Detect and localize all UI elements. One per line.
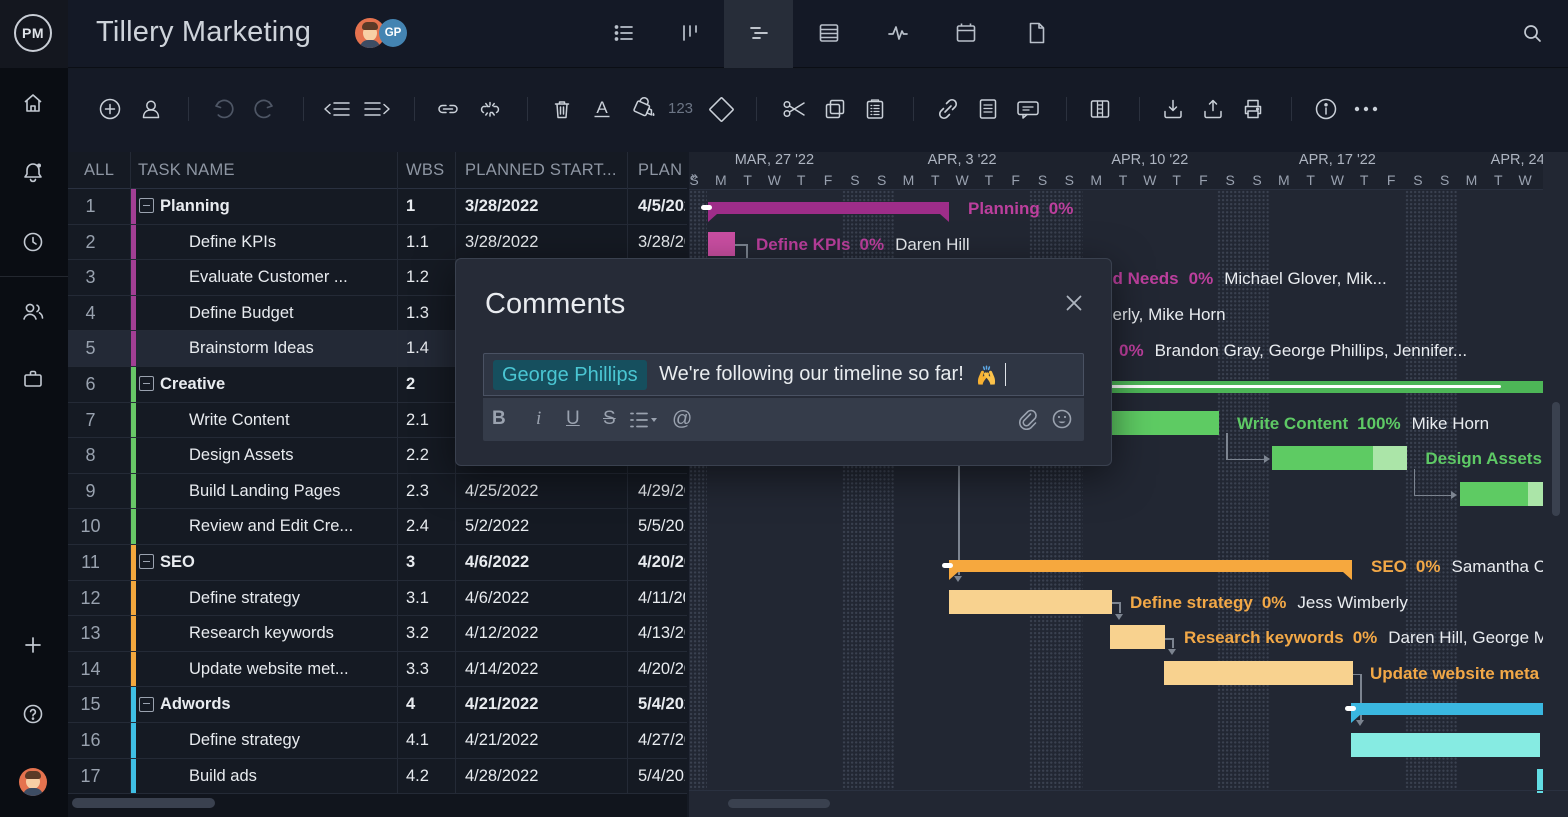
- svg-text:A: A: [596, 98, 608, 117]
